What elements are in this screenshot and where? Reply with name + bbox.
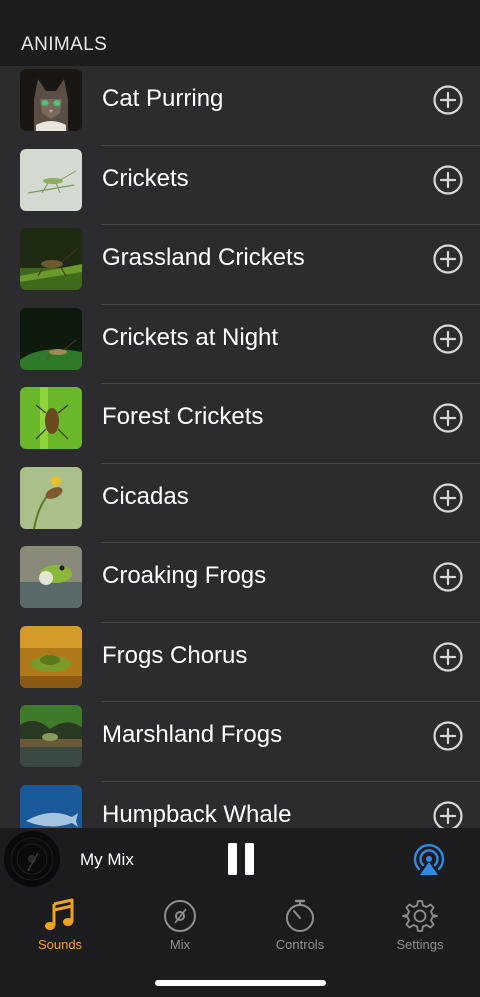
music-note-icon [45, 898, 74, 930]
sound-row-cicadas[interactable]: Cicadas [0, 464, 480, 543]
plus-circle-icon [433, 800, 463, 828]
section-header: ANIMALS [0, 0, 480, 66]
crickets-at-night-thumbnail [20, 307, 82, 370]
grassland-crickets-thumbnail [20, 228, 82, 290]
section-title: ANIMALS [21, 34, 108, 55]
sound-row-croaking-frogs[interactable]: Croaking Frogs [0, 543, 480, 623]
vinyl-disc-icon[interactable] [4, 831, 60, 887]
plus-circle-icon [433, 482, 463, 513]
plus-circle-icon [433, 562, 463, 592]
cicadas-thumbnail [20, 466, 82, 529]
sound-row-humpback-whale[interactable]: Humpback Whale [0, 782, 480, 828]
sound-label: Cicadas [102, 482, 189, 510]
sound-label: Cat Purring [102, 85, 224, 112]
mini-player[interactable]: My Mix [0, 828, 480, 890]
add-sound-button[interactable] [432, 323, 464, 355]
sound-label: Grassland Crickets [102, 244, 305, 271]
sound-row-crickets-at-night[interactable]: Crickets at Night [0, 305, 480, 384]
cat-thumbnail [20, 69, 82, 131]
add-sound-button[interactable] [432, 243, 464, 275]
plus-circle-icon [433, 164, 463, 195]
disc-icon [164, 900, 196, 932]
sound-row-frogs-chorus[interactable]: Frogs Chorus [0, 623, 480, 702]
tab-settings[interactable]: Settings [360, 890, 480, 960]
plus-circle-icon [433, 641, 463, 672]
sound-label: Frogs Chorus [102, 641, 248, 669]
sound-label: Crickets at Night [102, 323, 279, 351]
marshland-frogs-thumbnail [20, 705, 82, 767]
home-indicator [155, 980, 326, 986]
tab-mix[interactable]: Mix [120, 890, 240, 960]
airplay-button[interactable] [411, 842, 447, 878]
sound-row-cat-purring[interactable]: Cat Purring [0, 66, 480, 146]
add-sound-button[interactable] [432, 84, 464, 116]
humpback-whale-thumbnail [20, 784, 82, 828]
crickets-thumbnail [20, 148, 82, 211]
add-sound-button[interactable] [432, 561, 464, 593]
add-sound-button[interactable] [432, 402, 464, 434]
sound-row-crickets[interactable]: Crickets [0, 146, 480, 225]
sound-label: Humpback Whale [102, 800, 292, 828]
gear-icon [402, 900, 438, 932]
sound-label: Crickets [102, 164, 189, 192]
tab-label: Settings [396, 937, 444, 952]
forest-crickets-thumbnail [20, 387, 82, 449]
add-sound-button[interactable] [432, 641, 464, 673]
tab-label: Mix [169, 937, 191, 952]
add-sound-button[interactable] [432, 482, 464, 514]
tab-label: Controls [275, 937, 325, 952]
sound-row-marshland-frogs[interactable]: Marshland Frogs [0, 702, 480, 782]
tab-label: Sounds [37, 937, 83, 952]
plus-circle-icon [433, 721, 463, 751]
tab-controls[interactable]: Controls [240, 890, 360, 960]
stopwatch-icon [286, 899, 314, 932]
tab-bar: Sounds Mix Controls Settings [0, 890, 480, 997]
mix-name[interactable]: My Mix [80, 850, 134, 870]
add-sound-button[interactable] [432, 800, 464, 828]
sound-list[interactable]: Cat Purring Crickets Grassland Crickets … [0, 66, 480, 828]
tab-sounds[interactable]: Sounds [0, 890, 120, 960]
frogs-chorus-thumbnail [20, 625, 82, 688]
airplay-audio-icon [413, 844, 445, 875]
plus-circle-icon [433, 244, 463, 274]
pause-button[interactable] [226, 841, 256, 877]
add-sound-button[interactable] [432, 164, 464, 196]
pause-icon [228, 843, 254, 875]
plus-circle-icon [433, 403, 463, 433]
sound-row-grassland-crickets[interactable]: Grassland Crickets [0, 225, 480, 305]
sound-label: Forest Crickets [102, 403, 264, 430]
croaking-frogs-thumbnail [20, 546, 82, 608]
plus-circle-icon [433, 323, 463, 354]
sound-label: Marshland Frogs [102, 721, 283, 748]
plus-circle-icon [433, 85, 463, 115]
sound-row-forest-crickets[interactable]: Forest Crickets [0, 384, 480, 464]
add-sound-button[interactable] [432, 720, 464, 752]
sound-label: Croaking Frogs [102, 562, 267, 589]
